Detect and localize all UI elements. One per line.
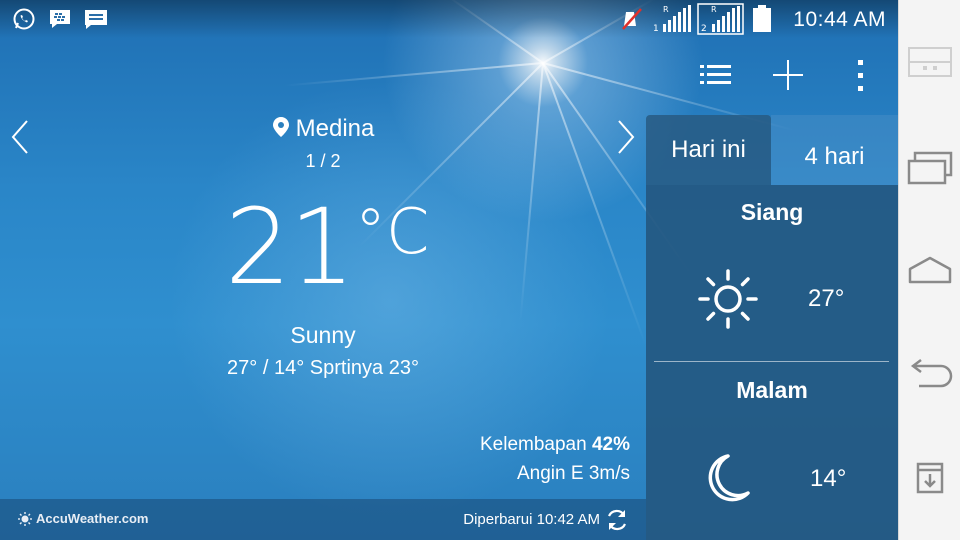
recent-apps-icon [907,151,953,185]
today-forecast: Siang 27° Malam 14° [646,185,898,540]
brand-text: AccuWeather.com [36,511,149,526]
footer-bar: AccuWeather.com Diperbarui 10:42 AM [0,499,646,540]
minmax-feels-like: 27° / 14° Sprtinya 23° [0,357,646,380]
battery-icon [753,5,771,32]
tab-today[interactable]: Hari ini [646,115,771,185]
night-temperature: 14° [810,465,847,492]
message-icon[interactable] [83,7,109,31]
notes-icon [916,462,944,494]
bbm-icon[interactable] [48,7,72,31]
forecast-panel: Hari ini 4 hari Siang 27° Malam 14° [646,110,898,540]
whatsapp-icon[interactable] [12,7,36,31]
signal-sim1-icon: R 1 [653,5,691,34]
wind-line: Angin E 3m/s [517,463,630,484]
refresh-icon[interactable] [604,507,630,533]
add-icon [773,60,803,90]
muted-icon [622,8,642,30]
home-button[interactable] [907,250,953,290]
status-bar: R 1 R 2 10:44 AM [0,0,898,38]
add-location-button[interactable] [768,55,808,95]
list-icon [700,65,731,84]
current-temperature: 21 [225,186,355,308]
accuweather-sun-icon [18,511,32,526]
sun-ray [542,62,647,346]
svg-text:R: R [711,5,717,14]
back-button[interactable] [907,354,953,394]
humidity-value: 42% [591,434,630,455]
notes-button[interactable] [907,458,953,498]
signal-sim2-icon: R 2 [697,3,744,35]
sun-ray [519,62,544,323]
humidity-label: Kelembapan [479,434,587,455]
feels-like: Sprtinya 23° [309,357,419,379]
sun-icon [698,269,758,329]
svg-text:2: 2 [701,24,707,34]
moon-icon [708,454,750,502]
dual-window-button[interactable] [907,42,953,82]
svg-text:R: R [663,5,669,14]
recent-apps-button[interactable] [907,148,953,188]
list-button[interactable] [696,55,736,95]
dual-window-icon [908,47,952,77]
clock: 10:44 AM [793,8,886,31]
home-icon [908,256,952,284]
day-temperature: 27° [808,285,845,312]
back-icon [910,359,953,388]
accuweather-logo[interactable]: AccuWeather.com [18,511,148,526]
divider [654,361,889,362]
location-name: Medina [295,115,375,142]
night-label: Malam [736,377,808,403]
more-options-button[interactable] [840,55,880,95]
weather-screen: R 1 R 2 10:44 AM Medina 1 / 2 21 °C Sunn… [0,0,898,540]
system-nav-bar [898,0,960,540]
minmax-temperature: 27° / 14° [227,357,305,379]
weather-condition: Sunny [290,322,356,348]
tab-4-days[interactable]: 4 hari [771,115,898,185]
page-indicator: 1 / 2 [305,151,341,171]
last-updated: Diperbarui 10:42 AM [463,511,600,528]
svg-text:1: 1 [653,24,659,34]
location-title[interactable]: Medina [0,115,646,143]
temperature-unit: °C [355,195,430,268]
location-pin-icon [272,117,289,137]
more-vert-icon [858,60,863,91]
humidity-line: Kelembapan 42% [480,434,630,456]
day-label: Siang [740,199,804,225]
sun-ray [283,62,544,87]
